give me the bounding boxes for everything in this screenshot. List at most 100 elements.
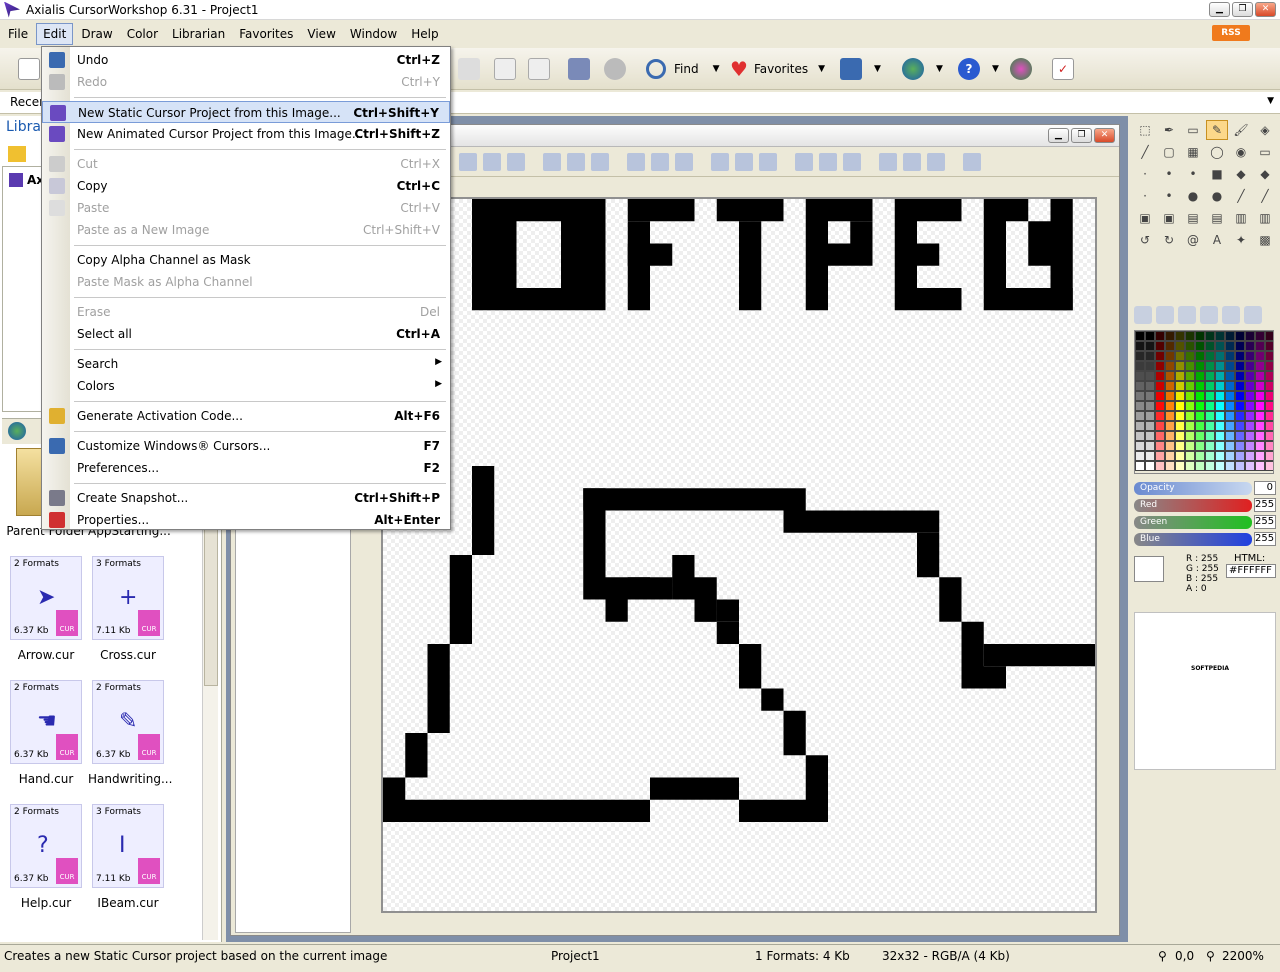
palette-swatch[interactable] [1165,391,1175,401]
palette-swatch[interactable] [1245,441,1255,451]
palette-swatch[interactable] [1265,411,1273,421]
red-slider[interactable]: Red [1134,499,1252,512]
palette-swatch[interactable] [1255,431,1265,441]
image-fx-tool-icon[interactable]: ▩ [1254,230,1276,250]
palette-swatch[interactable] [1135,451,1145,461]
layers-icon[interactable] [627,153,645,171]
palette-swatch[interactable] [1145,431,1155,441]
update-globe-icon[interactable] [1010,58,1032,80]
palette-swatch[interactable] [1205,461,1215,471]
palette-swatch[interactable] [1195,411,1205,421]
palette-swatch[interactable] [1235,411,1245,421]
palette-swatch[interactable] [1215,331,1225,341]
green-slider[interactable]: Green [1134,516,1252,529]
palette-swatch[interactable] [1155,441,1165,451]
folder-up-icon[interactable] [8,146,26,162]
palette-swatch[interactable] [1195,421,1205,431]
palette-swatch[interactable] [1195,371,1205,381]
palette-swatch[interactable] [1235,371,1245,381]
redo-icon[interactable] [735,153,753,171]
palette-swatch[interactable] [1165,421,1175,431]
menu-item-paste-as-new-image[interactable]: Paste as a New Image Ctrl+Shift+V [42,219,450,241]
menu-edit[interactable]: Edit [36,23,74,45]
brush-12-tool-icon[interactable]: ╱ [1254,186,1276,206]
menu-item-paste-mask-as-alpha[interactable]: Paste Mask as Alpha Channel [42,271,450,293]
palette-swatch[interactable] [1215,371,1225,381]
color-picker-tool-icon[interactable]: ✒ [1158,120,1180,140]
file-item[interactable]: 2 Formats ➤ 6.37 Kb CUR Arrow.cur [6,552,86,670]
palette-swatch[interactable] [1195,391,1205,401]
fill-mode-1-tool-icon[interactable]: ▣ [1134,208,1156,228]
palette-swatch[interactable] [1215,391,1225,401]
palette-swatch[interactable] [1185,371,1195,381]
menu-file[interactable]: File [2,24,34,44]
palette-swatch[interactable] [1265,401,1273,411]
palette-swatch[interactable] [1215,451,1225,461]
pixel-canvas[interactable] [383,199,1095,911]
palette-swatch[interactable] [1245,361,1255,371]
palette-swatch[interactable] [1165,411,1175,421]
palette-swatch[interactable] [1175,361,1185,371]
palette-swatch[interactable] [1145,411,1155,421]
palette-swatch[interactable] [1155,371,1165,381]
palette-swatch[interactable] [1215,441,1225,451]
palette-swatch[interactable] [1175,451,1185,461]
palette-swatch[interactable] [1255,351,1265,361]
opacity-value[interactable]: 0 [1254,481,1276,495]
palette-swatch[interactable] [1215,411,1225,421]
palette-swatch[interactable] [1155,401,1165,411]
palette-swatch[interactable] [1205,351,1215,361]
palette-swatch[interactable] [1155,461,1165,471]
move-icon[interactable] [483,153,501,171]
palette-swatch[interactable] [1185,361,1195,371]
palette-swatch[interactable] [1195,451,1205,461]
palette-swatch[interactable] [1205,441,1215,451]
brush-2-tool-icon[interactable]: • [1158,164,1180,184]
palette-swatch[interactable] [1165,371,1175,381]
palette-swatch[interactable] [1135,351,1145,361]
palette-swatch[interactable] [1225,391,1235,401]
palette-swatch[interactable] [1215,341,1225,351]
palette-swatch[interactable] [1155,411,1165,421]
palette-swatch[interactable] [1145,361,1155,371]
web-dropdown-icon[interactable]: ▼ [936,64,943,74]
palette-swatch[interactable] [1145,381,1155,391]
palette-swatch[interactable] [1175,331,1185,341]
palette-swatch[interactable] [1145,351,1155,361]
palette-swatch[interactable] [1135,381,1145,391]
palette-swatch[interactable] [1245,371,1255,381]
brush-10-tool-icon[interactable]: ● [1206,186,1228,206]
palette-swatch[interactable] [1195,441,1205,451]
palette-swatch[interactable] [1195,341,1205,351]
minimize-button[interactable]: ▁ [1209,2,1230,17]
palette-swatch[interactable] [1155,331,1165,341]
palette-swatch[interactable] [1235,341,1245,351]
palette-swatch[interactable] [1225,431,1235,441]
menu-help[interactable]: Help [405,24,444,44]
spiral-tool-icon[interactable]: @ [1182,230,1204,250]
favorites-dropdown-icon[interactable]: ▼ [818,64,825,74]
palette-swatch[interactable] [1225,361,1235,371]
palette-swatch[interactable] [1175,391,1185,401]
paste-icon[interactable] [528,58,550,80]
line-tool-icon[interactable]: ╱ [1134,142,1156,162]
palette-swatch[interactable] [1165,351,1175,361]
palette-swatch[interactable] [1175,341,1185,351]
menu-favorites[interactable]: Favorites [233,24,299,44]
palette-swatch[interactable] [1155,381,1165,391]
ellipse-tool-icon[interactable]: ◯ [1206,142,1228,162]
doc-restore-button[interactable]: ❐ [1071,128,1092,143]
palette-swatch[interactable] [1215,351,1225,361]
menu-item-preferences[interactable]: Preferences... F2 [42,457,450,479]
palette-swatch[interactable] [1135,361,1145,371]
palette-swatch[interactable] [1155,341,1165,351]
favorites-button[interactable]: ♥ Favorites ▼ [730,56,825,82]
palette-swatch[interactable] [1245,391,1255,401]
palette-swatch[interactable] [1165,331,1175,341]
palette-swatch[interactable] [1265,421,1273,431]
palette-swatch[interactable] [1255,461,1265,471]
palette-swatch[interactable] [1205,381,1215,391]
palette-swatch[interactable] [1255,401,1265,411]
palette-swatch[interactable] [1135,331,1145,341]
brush-3-tool-icon[interactable]: • [1182,164,1204,184]
